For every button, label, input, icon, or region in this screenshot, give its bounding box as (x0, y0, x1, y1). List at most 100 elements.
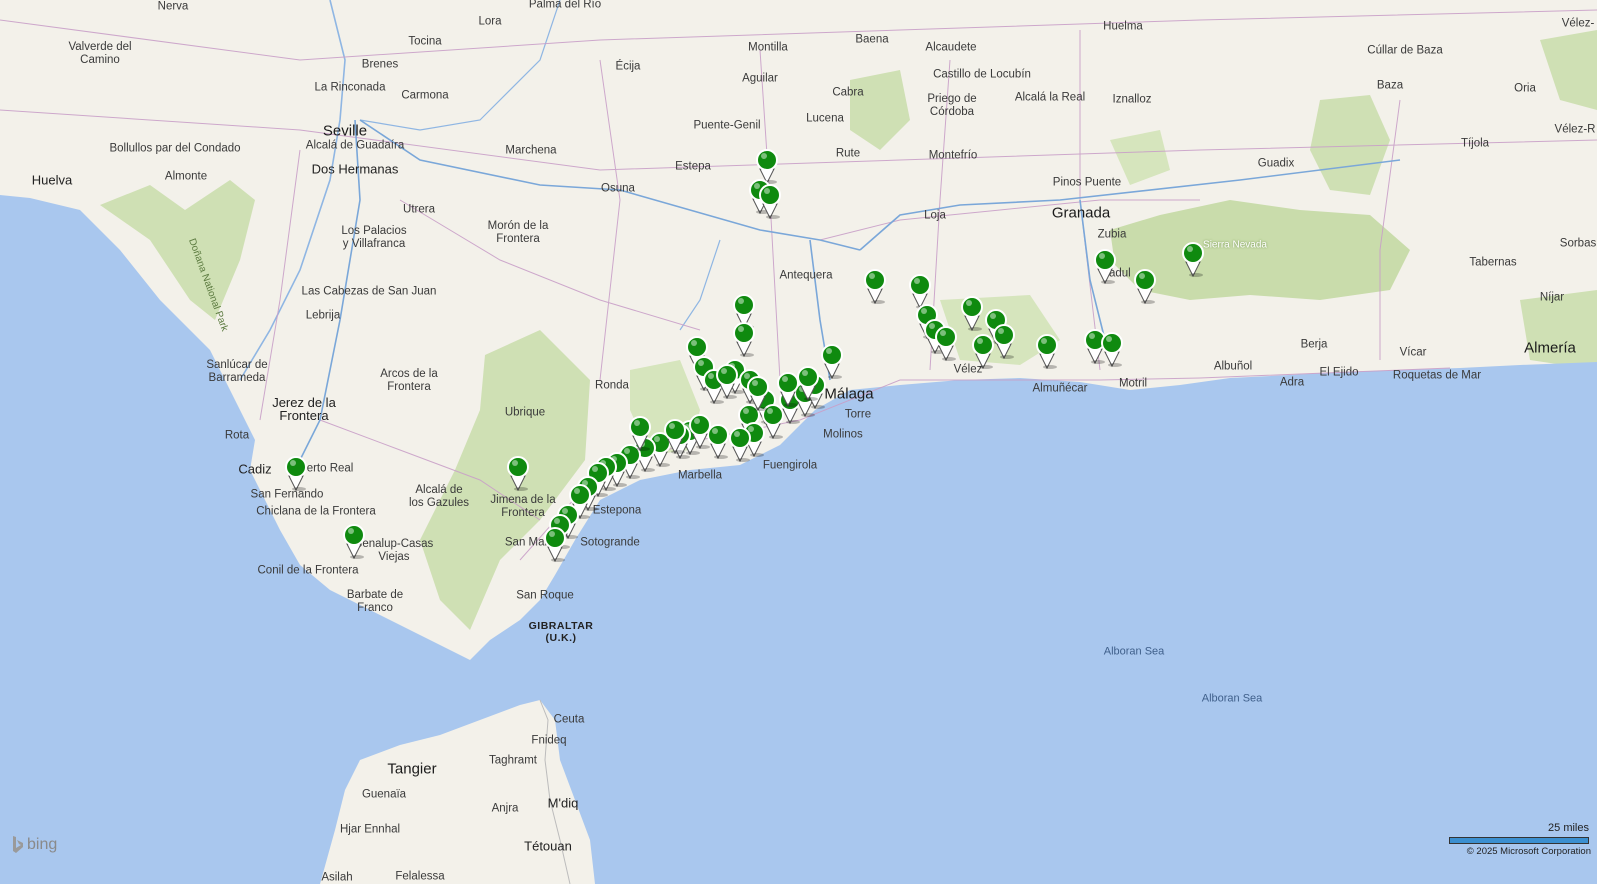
place-label: Lora (478, 15, 502, 28)
map-pin-marker[interactable] (716, 364, 738, 400)
place-label: Granada (1051, 204, 1111, 222)
map-pin-icon (544, 527, 566, 563)
map-pin-marker[interactable] (664, 419, 686, 455)
place-label: Motril (1118, 377, 1148, 390)
place-label: Baza (1376, 79, 1404, 92)
map-pin-marker[interactable] (1182, 242, 1204, 278)
place-label: Torre (844, 408, 872, 421)
map-pin-icon (1101, 332, 1123, 368)
place-label: Estepa (675, 160, 711, 173)
map-pin-marker[interactable] (733, 322, 755, 358)
place-label: Almonte (164, 170, 208, 183)
place-label: Hjar Ennhal (339, 823, 401, 836)
place-label: Montefrío (928, 149, 978, 162)
place-label: Brenes (361, 58, 399, 71)
map-pin-marker[interactable] (864, 269, 886, 305)
map-pin-icon (993, 324, 1015, 360)
place-label: Las Cabezas de San Juan (301, 285, 437, 298)
place-label: Nerva (157, 0, 189, 13)
map-pin-marker[interactable] (629, 416, 651, 452)
place-label: Vélez- (1561, 17, 1595, 30)
place-label: Bollullos par del Condado (109, 142, 241, 155)
place-label: Conil de la Frontera (257, 564, 359, 577)
place-label: Tocina (408, 35, 442, 48)
map-pin-icon (664, 419, 686, 455)
place-label: Estepona (592, 504, 642, 517)
place-label: Marbella (677, 469, 723, 482)
place-label: Benalup-Casas Viejas (354, 538, 434, 563)
place-label: Roquetas de Mar (1392, 369, 1482, 382)
place-label: Ubrique (504, 406, 546, 419)
place-label: Castillo de Locubín (933, 68, 1031, 81)
place-label: Tangier (387, 760, 437, 778)
map-pin-icon (1094, 249, 1116, 285)
map-pin-marker[interactable] (729, 427, 751, 463)
place-label: Osuna (601, 182, 635, 195)
place-label: Alcalá la Real (1014, 91, 1086, 104)
place-label: Alcaudete (925, 41, 977, 54)
place-label: Marchena (505, 144, 557, 157)
place-label: Asilah (321, 871, 353, 884)
map-pin-marker[interactable] (1134, 269, 1156, 305)
place-label: Jerez de la Frontera (272, 395, 336, 423)
place-label: Tabernas (1469, 256, 1517, 269)
map-pin-marker[interactable] (935, 326, 957, 362)
map-pin-marker[interactable] (1036, 334, 1058, 370)
territory-label: GIBRALTAR (U.K.) (528, 620, 594, 644)
place-label: Priego de Córdoba (927, 93, 977, 118)
scale-bar: 25 miles (1449, 822, 1589, 844)
place-label: Carmona (401, 89, 449, 102)
place-label: Sotogrande (580, 536, 640, 549)
map-pin-icon (507, 456, 529, 492)
place-label: Arcos de la Frontera (380, 368, 438, 393)
place-label: Barbate de Franco (346, 589, 404, 614)
place-label: Utrera (403, 203, 435, 216)
place-label: Sanlúcar de Barrameda (206, 359, 268, 384)
sea-label: Alboran Sea (1103, 645, 1165, 658)
map-pin-marker[interactable] (285, 456, 307, 492)
map-pin-icon (821, 344, 843, 380)
map-pin-icon (961, 296, 983, 332)
scale-label: 25 miles (1548, 822, 1589, 834)
map-pin-marker[interactable] (544, 527, 566, 563)
place-label: Alcalá de Guadaíra (305, 139, 405, 152)
map-pin-icon (1134, 269, 1156, 305)
place-label: El Ejido (1319, 366, 1359, 379)
bing-b-icon (13, 836, 23, 853)
map-pin-marker[interactable] (1101, 332, 1123, 368)
map-pin-marker[interactable] (507, 456, 529, 492)
place-label: Tíjola (1460, 137, 1490, 150)
place-label: Rota (224, 429, 250, 442)
place-label: Fnideq (531, 734, 567, 747)
map-pin-marker[interactable] (747, 376, 769, 412)
map-pin-icon (1036, 334, 1058, 370)
place-label: Huelva (31, 172, 73, 188)
map-pin-marker[interactable] (759, 184, 781, 220)
map-pin-marker[interactable] (972, 334, 994, 370)
map-pin-marker[interactable] (797, 366, 819, 402)
map-pin-icon (759, 184, 781, 220)
place-label: Berja (1300, 338, 1328, 351)
map-pin-icon (343, 524, 365, 560)
sea-label: Alboran Sea (1201, 692, 1263, 705)
place-label: Valverde del Camino (68, 41, 132, 66)
map-pin-marker[interactable] (1094, 249, 1116, 285)
map-pin-marker[interactable] (821, 344, 843, 380)
map-pin-marker[interactable] (343, 524, 365, 560)
map-pin-icon (797, 366, 819, 402)
place-label: Málaga (824, 385, 874, 403)
place-label: Dos Hermanas (311, 161, 399, 177)
place-label: M'diq (547, 795, 579, 811)
place-label: Jimena de la Frontera (490, 494, 556, 519)
map-pin-marker[interactable] (993, 324, 1015, 360)
map-pin-marker[interactable] (689, 414, 711, 450)
place-label: Puente-Genil (693, 119, 761, 132)
map-pin-marker[interactable] (777, 372, 799, 408)
place-label: Taghramt (489, 754, 537, 767)
map-pin-marker[interactable] (961, 296, 983, 332)
place-label: Fuengirola (762, 459, 818, 472)
map-pin-icon (1182, 242, 1204, 278)
place-label: Baena (855, 33, 889, 46)
place-label: Anjra (491, 802, 519, 815)
map-canvas[interactable]: Nerva Lora Palma del Río Valverde del Ca… (0, 0, 1597, 884)
